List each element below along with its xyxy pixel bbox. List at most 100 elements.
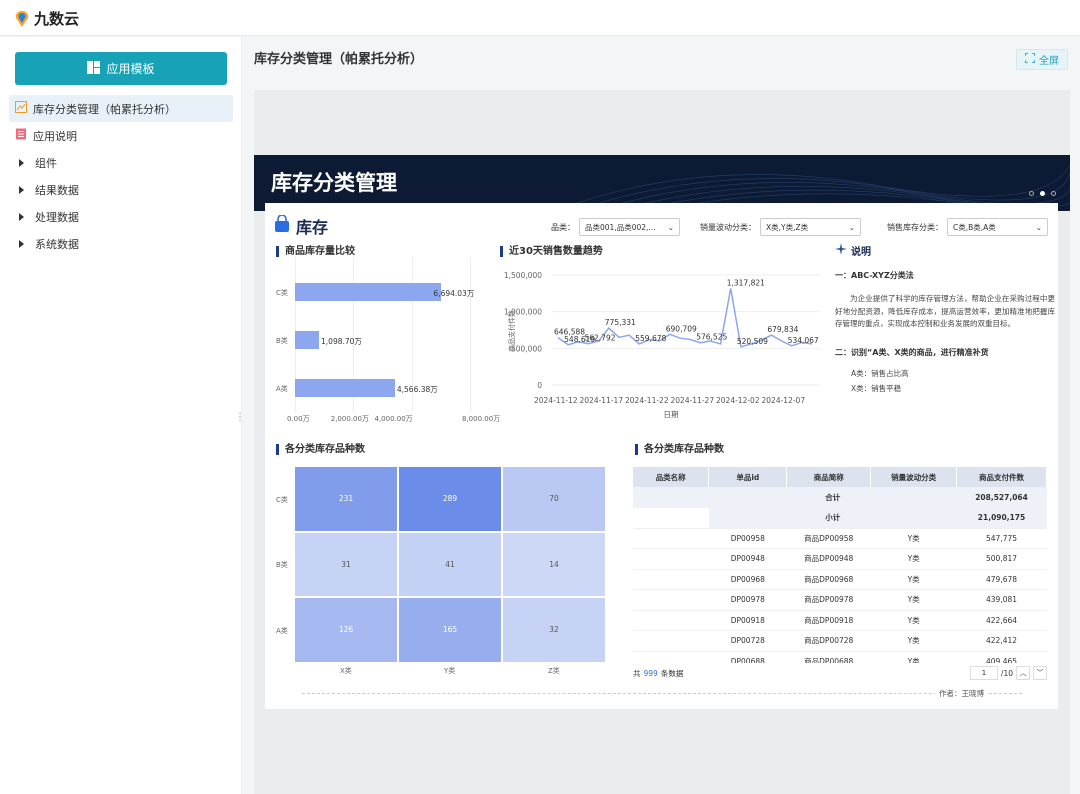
table-cell: DP00728 — [708, 630, 787, 652]
dashboard-panel: 库存 品类： 品类001,品类002,... ⌄ 销量波动分类： X类,Y类,Z类… — [265, 203, 1058, 709]
table-row[interactable]: DP00688 商品DP00688 Y类 409,465 — [633, 651, 1047, 663]
column-header[interactable]: 品类名称 — [633, 467, 710, 487]
bar-value-label: 6,694.03万 — [433, 289, 475, 298]
heatmap-row-label: B类 — [276, 561, 288, 570]
table-cell: DP00978 — [708, 589, 787, 611]
table-row[interactable]: DP00958 商品DP00958 Y类 547,775 — [633, 528, 1047, 549]
caret-right-icon — [19, 185, 24, 194]
bar — [295, 283, 442, 301]
volatility-filter: 销量波动分类： X类,Y类,Z类 ⌄ — [700, 218, 861, 236]
table-cell: 409,465 — [956, 651, 1047, 663]
x-tick-label: 2024-11-27 — [671, 396, 715, 405]
page-total: /10 — [1000, 668, 1013, 678]
category-select[interactable]: 品类001,品类002,... ⌄ — [579, 218, 680, 236]
volatility-select[interactable]: X类,Y类,Z类 ⌄ — [760, 218, 861, 236]
sidebar-resize-handle[interactable]: ⋮ — [235, 412, 245, 423]
sales-class-select[interactable]: C类,B类,A类 ⌄ — [947, 218, 1048, 236]
data-table[interactable]: 品类名称 单品id 商品简称 销量波动分类 商品支付件数 合计 208,527,0… — [633, 467, 1047, 663]
heatmap-cell[interactable]: 32 — [502, 597, 606, 663]
bar-chart-title: 商品库存量比较 — [276, 246, 355, 257]
page-input[interactable]: 1 — [969, 666, 998, 680]
sidebar-item-label: 结果数据 — [35, 183, 79, 197]
caret-right-icon — [19, 239, 24, 248]
data-label: 559,678 — [635, 334, 666, 343]
bar-value-label: 4,566.38万 — [396, 385, 438, 394]
table-row[interactable]: DP00978 商品DP00978 Y类 439,081 — [633, 589, 1047, 611]
table-row[interactable]: DP00728 商品DP00728 Y类 422,412 — [633, 630, 1047, 652]
table-row[interactable]: DP00918 商品DP00918 Y类 422,664 — [633, 610, 1047, 631]
table-cell: 商品DP00958 — [786, 528, 871, 549]
fullscreen-button[interactable]: 全屏 — [1016, 49, 1068, 70]
table-cell — [633, 589, 709, 611]
filter-label: 销售库存分类： — [887, 222, 943, 232]
total-value: 208,527,064 — [956, 487, 1047, 508]
pager-suffix: 条数据 — [660, 668, 684, 678]
sidebar-item-result-data[interactable]: 结果数据 — [9, 176, 233, 203]
page-title: 库存分类管理（帕累托分析） — [254, 52, 424, 67]
pager-count: 999 — [643, 668, 658, 678]
heatmap-cell[interactable]: 41 — [398, 531, 502, 597]
sidebar-item-inventory[interactable]: 库存分类管理（帕累托分析） — [9, 95, 233, 122]
note-list-item: X类：销售平稳 — [851, 383, 902, 393]
table-cell: 商品DP00978 — [786, 589, 871, 611]
table-cell: 479,678 — [956, 569, 1047, 590]
table-cell — [633, 569, 709, 590]
dashboard-title-text: 库存 — [296, 218, 329, 237]
sidebar-item-components[interactable]: 组件 — [9, 149, 233, 176]
sidebar: 应用模板 库存分类管理（帕累托分析） 应用说明 组件 结果数据 处理数据 系统数… — [0, 37, 242, 794]
sidebar-item-label: 应用说明 — [33, 129, 77, 143]
data-label: 690,709 — [666, 324, 697, 333]
table-row[interactable]: DP00948 商品DP00948 Y类 500,817 — [633, 548, 1047, 570]
app-template-button[interactable]: 应用模板 — [15, 52, 227, 85]
table-cell: Y类 — [870, 610, 957, 631]
heatmap-col-label: Z类 — [548, 666, 560, 675]
select-value: 品类001,品类002,... — [585, 222, 656, 232]
x-tick-label: 2024-12-02 — [716, 396, 760, 405]
heatmap-cell[interactable]: 231 — [294, 466, 398, 532]
bar — [295, 379, 395, 397]
column-header[interactable]: 销量波动分类 — [870, 467, 958, 487]
carousel-dot[interactable] — [1040, 191, 1045, 196]
sidebar-item-system-data[interactable]: 系统数据 — [9, 230, 233, 257]
chevron-down-icon[interactable]: ﹀ — [1033, 666, 1047, 680]
heatmap-cell[interactable]: 70 — [502, 466, 606, 532]
select-value: C类,B类,A类 — [953, 222, 996, 232]
carousel-dot[interactable] — [1051, 191, 1056, 196]
heatmap-cell[interactable]: 31 — [294, 531, 398, 597]
table-cell — [633, 610, 709, 631]
table-pager: 共 999 条数据 1 /10 ︿ ﹀ — [633, 664, 1047, 682]
table-cell: Y类 — [870, 548, 957, 570]
heatmap-cell[interactable]: 126 — [294, 597, 398, 663]
data-label: 576,525 — [696, 333, 727, 342]
table-row[interactable]: DP00968 商品DP00968 Y类 479,678 — [633, 569, 1047, 590]
x-tick-label: 0.00万 — [287, 415, 310, 423]
heatmap-cell[interactable]: 289 — [398, 466, 502, 532]
heatmap-cell[interactable]: 14 — [502, 531, 606, 597]
x-tick-label: 2024-11-12 — [534, 396, 578, 405]
carousel-dots — [1029, 191, 1056, 196]
filter-label: 品类： — [551, 222, 575, 232]
heatmap-col-label: X类 — [340, 666, 352, 675]
note-list-item: A类：销售占比高 — [851, 368, 909, 378]
chevron-up-icon[interactable]: ︿ — [1016, 666, 1030, 680]
heatmap-cell[interactable]: 165 — [398, 597, 502, 663]
table-cell: 422,412 — [956, 630, 1047, 652]
sidebar-item-process-data[interactable]: 处理数据 — [9, 203, 233, 230]
column-header[interactable]: 商品简称 — [786, 467, 872, 487]
table-cell: Y类 — [870, 528, 957, 549]
y-tick-label: 1,500,000 — [504, 271, 542, 280]
chevron-down-icon: ⌄ — [667, 222, 674, 232]
carousel-dot[interactable] — [1029, 191, 1034, 196]
sales-class-filter: 销售库存分类： C类,B类,A类 ⌄ — [887, 218, 1048, 236]
sidebar-item-app-info[interactable]: 应用说明 — [9, 122, 233, 149]
app-logo[interactable]: 九数云 — [14, 8, 79, 29]
table-header-row: 品类名称 单品id 商品简称 销量波动分类 商品支付件数 — [633, 467, 1047, 487]
table-cell: Y类 — [870, 569, 957, 590]
table-cell: 商品DP00968 — [786, 569, 871, 590]
x-tick-label: 2,000.00万 — [330, 415, 369, 423]
table-cell: DP00958 — [708, 528, 787, 549]
table-cell: DP00948 — [708, 548, 787, 570]
y-tick-label: 0 — [537, 381, 542, 390]
column-header[interactable]: 单品id — [708, 467, 788, 487]
column-header[interactable]: 商品支付件数 — [956, 467, 1047, 487]
